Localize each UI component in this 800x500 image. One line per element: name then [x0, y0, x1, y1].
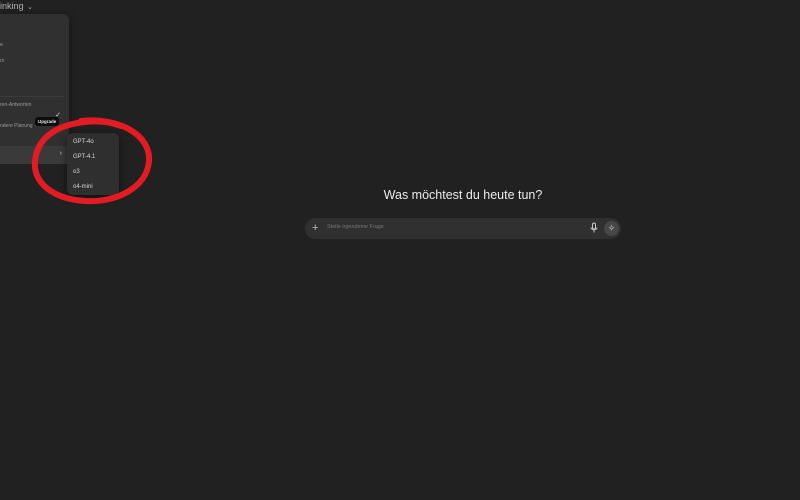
microphone-icon[interactable]	[590, 222, 598, 235]
submenu-item-o3[interactable]: o3	[73, 169, 80, 175]
page-greeting: Was möchtest du heute tun?	[383, 188, 543, 202]
model-menu: e rn ren-Antworten ✓ ndere Planung ›	[0, 14, 69, 164]
plus-icon[interactable]: +	[312, 220, 318, 236]
menu-item-2[interactable]: rn	[0, 58, 63, 64]
chevron-right-icon: ›	[59, 150, 62, 157]
submenu-item-gpt-4o[interactable]: GPT-4o	[73, 139, 94, 145]
voice-mode-icon: ✧	[607, 223, 616, 233]
menu-divider	[0, 96, 63, 97]
chevron-down-icon: ⌄	[27, 4, 33, 11]
submenu-item-o4-mini[interactable]: o4-mini	[73, 184, 93, 190]
menu-item-more-models[interactable]: ›	[0, 146, 69, 164]
more-models-submenu: GPT-4o GPT-4.1 o3 o4-mini	[67, 133, 119, 195]
upgrade-tooltip: Upgrade	[35, 117, 60, 126]
voice-mode-button[interactable]: ✧	[604, 221, 619, 236]
model-switcher-label: inking	[0, 1, 24, 11]
menu-item-1[interactable]: e	[0, 42, 63, 48]
submenu-item-gpt-4-1[interactable]: GPT-4.1	[73, 154, 95, 160]
menu-item-selected[interactable]: ren-Antworten	[0, 102, 63, 108]
chat-composer: + ✧	[305, 218, 621, 239]
chat-app: inking ⌄ e rn ren-Antworten ✓ ndere Plan…	[0, 0, 800, 500]
model-switcher[interactable]: inking ⌄	[0, 1, 33, 11]
prompt-input[interactable]	[327, 224, 577, 230]
